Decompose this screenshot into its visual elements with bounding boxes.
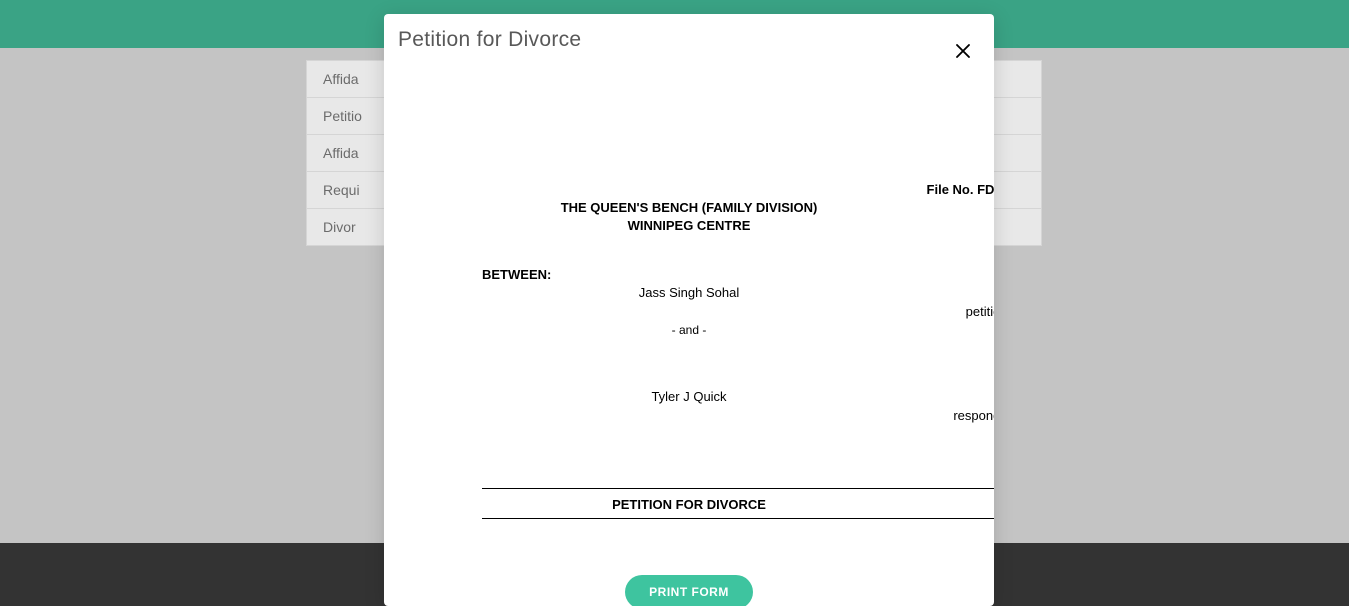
close-icon[interactable] (954, 42, 974, 62)
and-separator: - and - (384, 323, 994, 337)
document-body: File No. FD18-01- THE QUEEN'S BENCH (FAM… (384, 182, 994, 606)
petitioner-label: petitioner, (384, 304, 994, 319)
document-title: PETITION FOR DIVORCE (384, 497, 994, 512)
court-line1: THE QUEEN'S BENCH (FAMILY DIVISION) (561, 200, 818, 215)
divider-line (482, 518, 994, 519)
print-form-button[interactable]: PRINT FORM (625, 575, 753, 606)
petitioner-name: Jass Singh Sohal (384, 285, 994, 300)
modal-title: Petition for Divorce (398, 28, 968, 52)
modal-header: Petition for Divorce (384, 14, 994, 62)
respondent-label: respondent. (384, 408, 994, 423)
modal-overlay: Petition for Divorce File No. FD18-01- T… (0, 0, 1349, 606)
file-number: File No. FD18-01- (384, 182, 994, 197)
petition-modal: Petition for Divorce File No. FD18-01- T… (384, 14, 994, 606)
between-label: BETWEEN: (482, 267, 994, 282)
court-line2: WINNIPEG CENTRE (628, 218, 751, 233)
court-header: THE QUEEN'S BENCH (FAMILY DIVISION) WINN… (384, 199, 994, 235)
respondent-name: Tyler J Quick (384, 389, 994, 404)
divider-line (482, 488, 994, 489)
